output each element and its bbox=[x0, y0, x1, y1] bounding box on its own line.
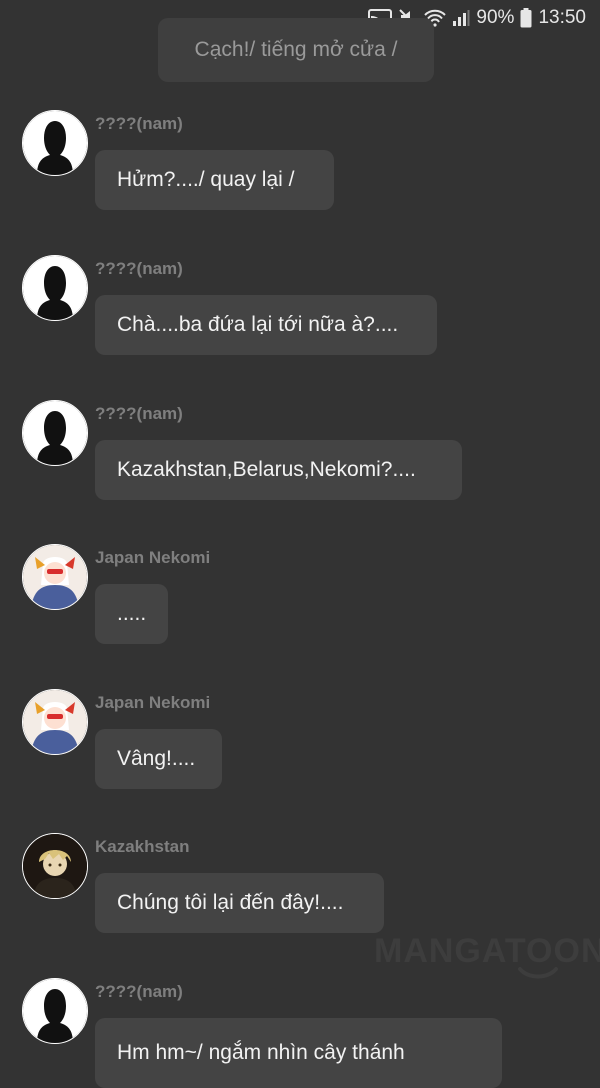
battery-percent: 90% bbox=[476, 7, 515, 28]
sender-name: Kazakhstan bbox=[95, 837, 190, 856]
message-bubble[interactable]: Vâng!.... bbox=[95, 729, 222, 789]
silhouette-avatar[interactable] bbox=[22, 400, 88, 466]
silhouette-avatar[interactable] bbox=[22, 110, 88, 176]
message-bubble[interactable]: Chà....ba đứa lại tới nữa à?.... bbox=[95, 295, 437, 355]
sender-name: Japan Nekomi bbox=[95, 693, 211, 712]
message-text: Chà....ba đứa lại tới nữa à?.... bbox=[117, 313, 399, 336]
clock: 13:50 bbox=[538, 7, 586, 28]
sender-name: ????(nam) bbox=[95, 404, 183, 423]
message-bubble[interactable]: Hửm?..../ quay lại / bbox=[95, 150, 334, 210]
anime-boy-avatar[interactable] bbox=[22, 833, 88, 899]
silhouette-avatar[interactable] bbox=[22, 978, 88, 1044]
message-text: Vâng!.... bbox=[117, 747, 196, 770]
watermark-smile-icon bbox=[516, 966, 560, 985]
anime-girl-avatar[interactable] bbox=[22, 544, 88, 610]
anime-girl-avatar[interactable] bbox=[22, 689, 88, 755]
message-text: Kazakhstan,Belarus,Nekomi?.... bbox=[117, 458, 416, 481]
chat-message: ????(nam) Chà....ba đứa lại tới nữa à?..… bbox=[0, 255, 600, 365]
sender-name: ????(nam) bbox=[95, 114, 183, 133]
message-text: Chúng tôi lại đến đây!.... bbox=[117, 891, 344, 914]
message-bubble[interactable]: Hm hm~/ ngắm nhìn cây thánh bbox=[95, 1018, 502, 1088]
message-bubble[interactable]: ..... bbox=[95, 584, 168, 644]
sender-name: ????(nam) bbox=[95, 259, 183, 278]
chat-message: Japan Nekomi Vâng!.... bbox=[0, 689, 600, 799]
silhouette-avatar[interactable] bbox=[22, 255, 88, 321]
watermark: MANGATOON bbox=[374, 932, 600, 970]
signal-icon bbox=[452, 9, 470, 27]
message-text: Hm hm~/ ngắm nhìn cây thánh bbox=[117, 1041, 405, 1064]
chat-message: ????(nam) Kazakhstan,Belarus,Nekomi?.... bbox=[0, 400, 600, 510]
sender-name: ????(nam) bbox=[95, 982, 183, 1001]
system-message-text: Cạch!/ tiếng mở cửa / bbox=[194, 38, 398, 61]
chat-message: Kazakhstan Chúng tôi lại đến đây!.... bbox=[0, 833, 600, 943]
chat-message: ????(nam) Hm hm~/ ngắm nhìn cây thánh bbox=[0, 978, 600, 1088]
chat-message: Japan Nekomi ..... bbox=[0, 544, 600, 654]
message-bubble[interactable]: Kazakhstan,Belarus,Nekomi?.... bbox=[95, 440, 462, 500]
battery-icon bbox=[520, 8, 532, 28]
message-bubble[interactable]: Chúng tôi lại đến đây!.... bbox=[95, 873, 384, 933]
system-message-bubble: Cạch!/ tiếng mở cửa / bbox=[158, 18, 434, 82]
message-text: Hửm?..../ quay lại / bbox=[117, 168, 295, 191]
sender-name: Japan Nekomi bbox=[95, 548, 211, 567]
message-text: ..... bbox=[117, 602, 147, 625]
chat-message: ????(nam) Hửm?..../ quay lại / bbox=[0, 110, 600, 220]
